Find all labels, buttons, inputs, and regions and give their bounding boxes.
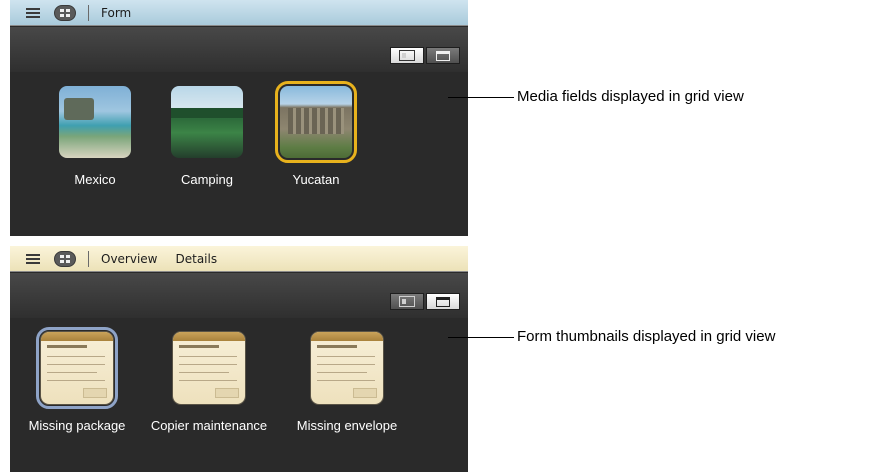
window-view-icon (436, 296, 450, 307)
toolbar (10, 273, 468, 318)
form-thumbnail[interactable] (36, 327, 118, 409)
callout-leader-media (448, 97, 514, 98)
split-view-button[interactable] (390, 47, 424, 64)
media-caption: Yucatan (292, 172, 340, 187)
media-grid-panel: Form Mexico Camping Yucatan (10, 0, 468, 236)
form-caption: Copier maintenance (150, 418, 268, 433)
tab-bar: Overview Details (10, 246, 468, 272)
callout-leader-forms (448, 337, 514, 338)
form-item-missing-package[interactable]: Missing package (10, 327, 152, 433)
view-toggle (390, 47, 460, 64)
callout-forms: Form thumbnails displayed in grid view (517, 328, 776, 345)
tab-separator (88, 4, 89, 21)
list-view-icon[interactable] (26, 253, 40, 264)
window-view-button[interactable] (426, 293, 460, 310)
form-thumbnail[interactable] (311, 332, 383, 404)
window-view-icon (436, 50, 450, 61)
list-view-icon[interactable] (26, 7, 40, 18)
grid-view-icon[interactable] (54, 250, 76, 267)
tab-form[interactable]: Form (101, 6, 131, 20)
tab-overview[interactable]: Overview (101, 252, 158, 266)
media-thumbnail[interactable] (171, 86, 243, 158)
media-item-yucatan[interactable]: Yucatan (241, 81, 391, 187)
toolbar (10, 27, 468, 72)
form-caption: Missing package (28, 418, 126, 433)
view-toggle (390, 293, 460, 310)
form-thumbnail[interactable] (173, 332, 245, 404)
form-grid-panel: Overview Details Missing package Copier … (10, 246, 468, 472)
split-view-icon (399, 296, 415, 307)
window-view-button[interactable] (426, 47, 460, 64)
grid-view-icon[interactable] (54, 4, 76, 21)
form-item-missing-envelope[interactable]: Missing envelope (272, 332, 422, 433)
tab-bar: Form (10, 0, 468, 26)
tab-details[interactable]: Details (176, 252, 218, 266)
form-caption: Missing envelope (296, 418, 398, 433)
form-grid: Missing package Copier maintenance Missi… (10, 318, 468, 468)
tab-separator (88, 250, 89, 267)
form-item-copier-maintenance[interactable]: Copier maintenance (134, 332, 284, 433)
media-thumbnail[interactable] (275, 81, 357, 163)
split-view-icon (399, 50, 415, 61)
media-grid: Mexico Camping Yucatan (10, 72, 468, 222)
media-thumbnail[interactable] (59, 86, 131, 158)
callout-media: Media fields displayed in grid view (517, 88, 744, 105)
split-view-button[interactable] (390, 293, 424, 310)
